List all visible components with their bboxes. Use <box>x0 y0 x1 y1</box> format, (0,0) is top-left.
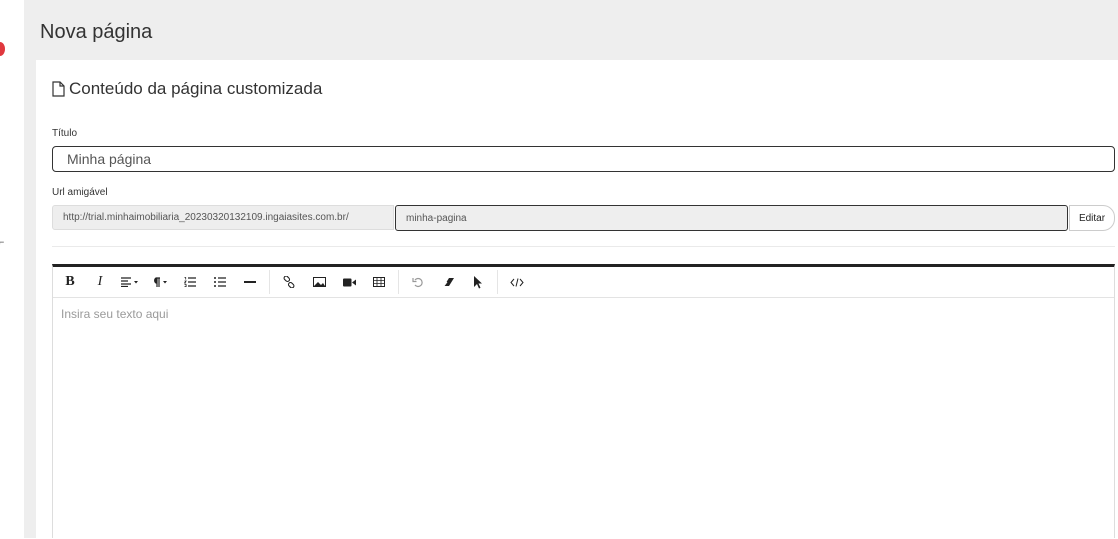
eraser-icon <box>443 278 454 287</box>
bold-icon: B <box>65 274 75 289</box>
notification-dot-icon <box>0 42 5 56</box>
italic-icon: I <box>97 274 103 289</box>
ordered-list-button[interactable] <box>175 270 205 294</box>
horizontal-rule-button[interactable] <box>235 270 265 294</box>
url-label: Url amigável <box>52 187 108 198</box>
bold-button[interactable]: B <box>55 270 85 294</box>
editor-placeholder: Insira seu texto aqui <box>61 307 169 321</box>
toolbar-group-insert <box>274 270 399 294</box>
align-icon <box>121 277 138 287</box>
url-prefix: http://trial.minhaimobiliaria_2023032013… <box>52 205 394 230</box>
editor-toolbar: B I <box>53 267 1114 298</box>
title-label: Título <box>52 128 78 139</box>
toolbar-group-actions <box>403 270 498 294</box>
section-header: Conteúdo da página customizada <box>52 79 322 99</box>
italic-button[interactable]: I <box>85 270 115 294</box>
divider <box>52 246 1115 247</box>
edit-url-button[interactable]: Editar <box>1069 205 1115 231</box>
content-panel: Conteúdo da página customizada Título Ur… <box>36 60 1118 538</box>
document-icon <box>52 81 65 97</box>
select-button[interactable] <box>463 270 493 294</box>
editor-content-area[interactable]: Insira seu texto aqui <box>53 298 1114 539</box>
paragraph-dropdown-button[interactable] <box>145 270 175 294</box>
toolbar-group-format: B I <box>55 270 270 294</box>
paragraph-icon <box>154 277 167 287</box>
link-icon <box>283 276 295 288</box>
link-button[interactable] <box>274 270 304 294</box>
url-slug-input[interactable] <box>395 205 1068 231</box>
image-icon <box>312 277 326 287</box>
page-title: Nova página <box>40 21 153 44</box>
section-title: Conteúdo da página customizada <box>69 79 323 98</box>
video-button[interactable] <box>334 270 364 294</box>
horizontal-rule-icon <box>244 281 256 283</box>
unordered-list-button[interactable] <box>205 270 235 294</box>
toolbar-group-code <box>502 270 536 294</box>
rail-marker-icon: ⌐ <box>0 237 5 247</box>
video-icon <box>342 278 356 286</box>
left-rail: ⌐ <box>0 0 24 538</box>
align-dropdown-button[interactable] <box>115 270 145 294</box>
table-button[interactable] <box>364 270 394 294</box>
table-icon <box>373 277 385 287</box>
title-input[interactable] <box>52 146 1115 172</box>
undo-icon <box>412 277 423 288</box>
code-view-button[interactable] <box>502 270 532 294</box>
ordered-list-icon <box>184 277 196 287</box>
code-view-icon <box>510 277 524 287</box>
pointer-icon <box>474 275 482 288</box>
rich-text-editor: B I Insira seu texto aqui <box>52 264 1115 538</box>
undo-button[interactable] <box>403 270 433 294</box>
unordered-list-icon <box>214 277 226 287</box>
image-button[interactable] <box>304 270 334 294</box>
eraser-button[interactable] <box>433 270 463 294</box>
